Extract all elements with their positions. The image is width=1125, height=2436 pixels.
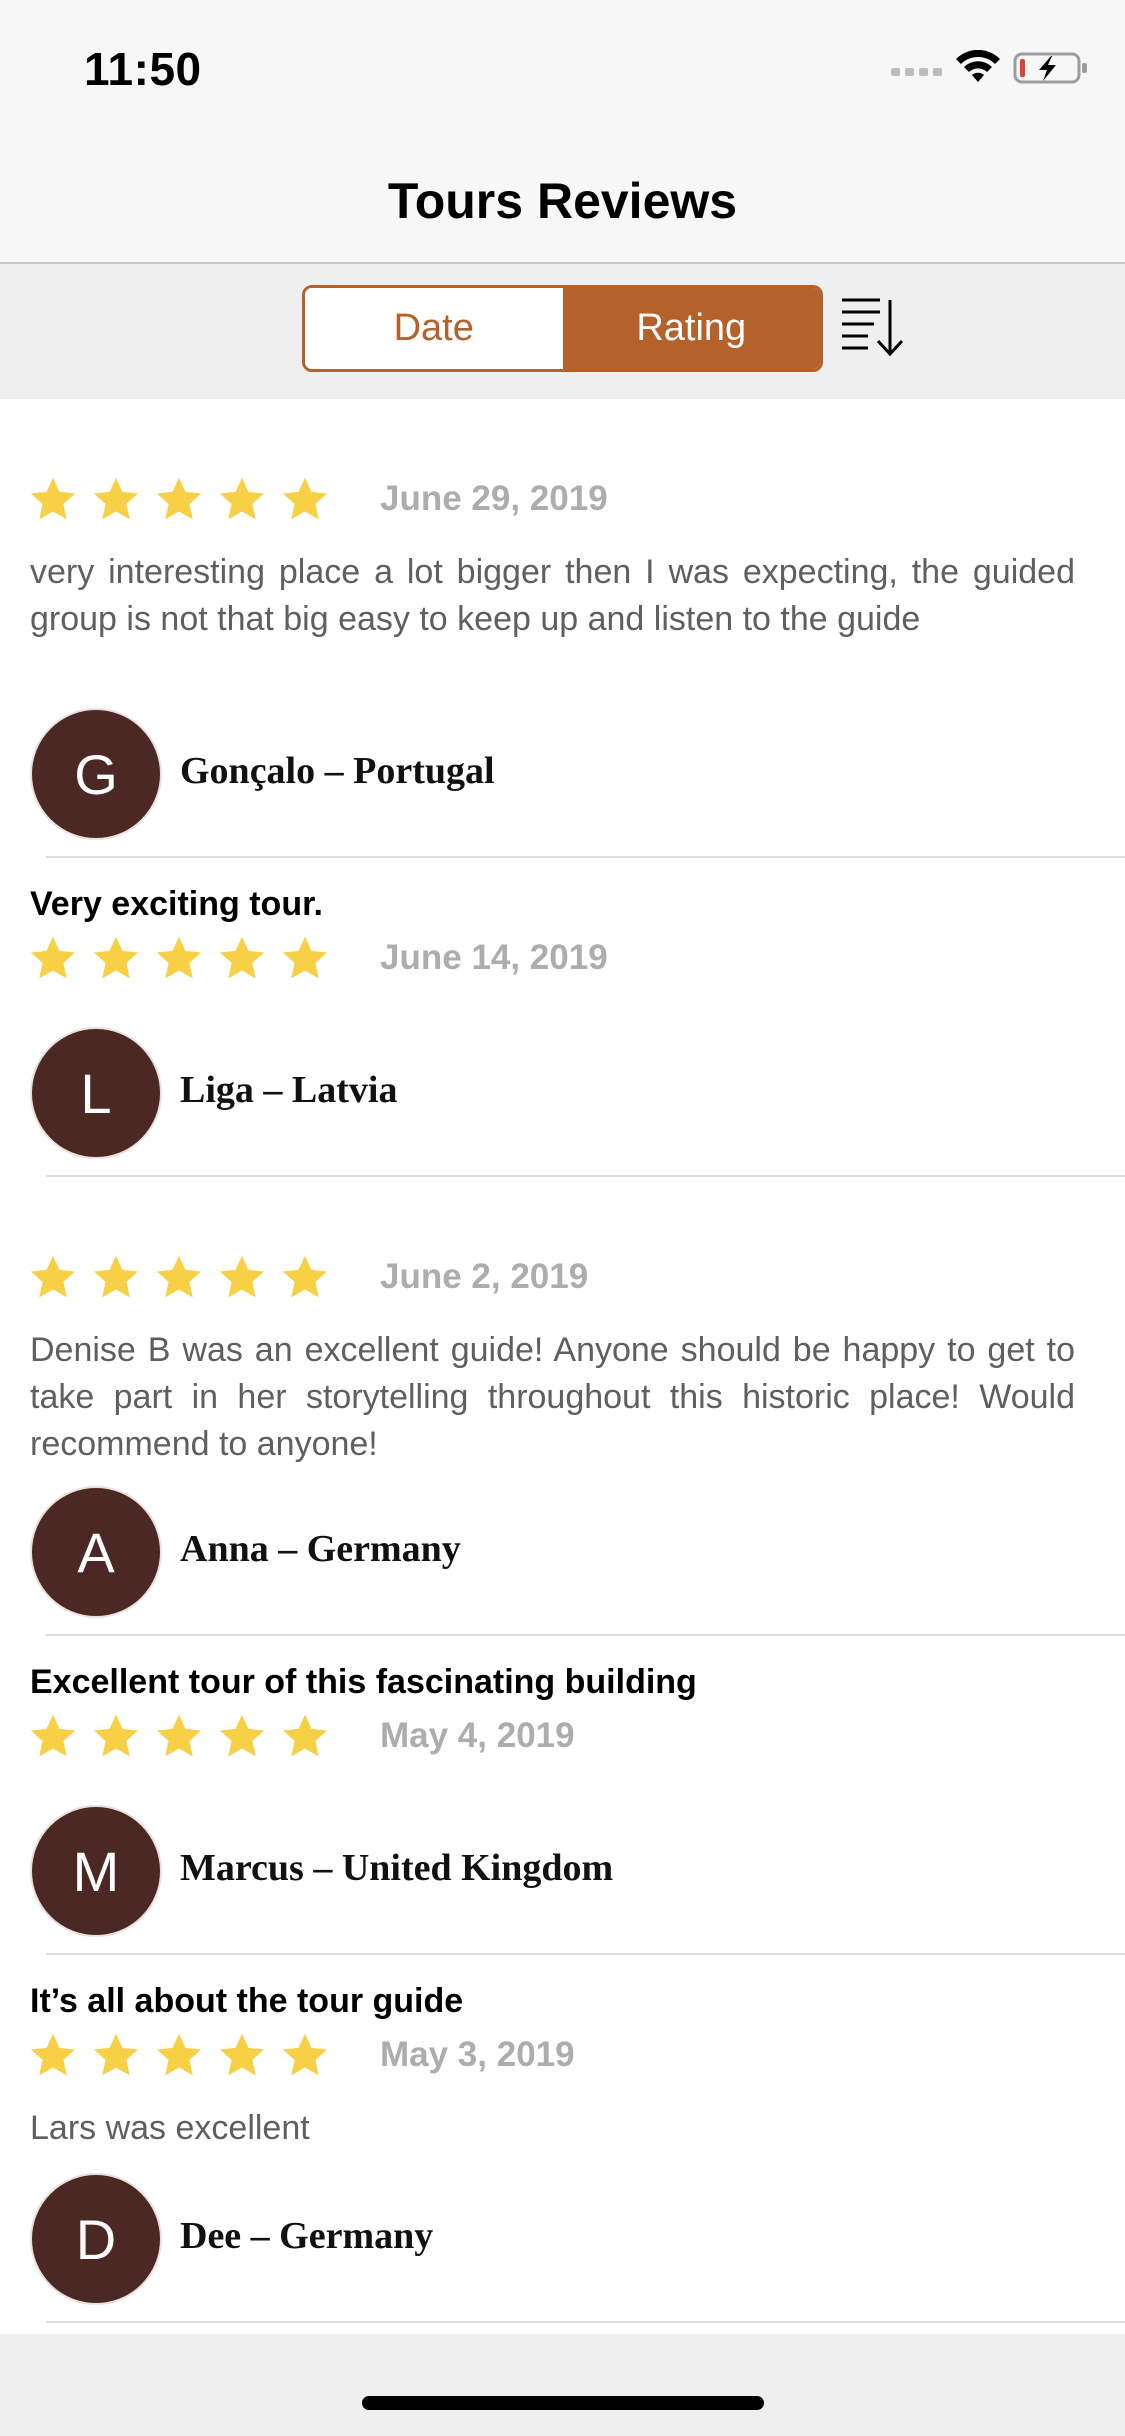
review-date: June 29, 2019: [380, 479, 608, 518]
divider: [46, 1634, 1125, 1636]
page-title: Tours Reviews: [387, 173, 738, 229]
navigation-bar: Tours Reviews: [0, 132, 1125, 264]
star-icon: [93, 1255, 139, 1298]
star-icon: [30, 936, 76, 979]
avatar: D: [30, 2173, 162, 2305]
avatar: A: [30, 1486, 162, 1618]
review-author: Gonçalo – Portugal: [180, 750, 495, 792]
review-date: June 14, 2019: [380, 938, 608, 977]
star-rating: [28, 1254, 338, 1304]
star-icon: [282, 1255, 328, 1298]
star-icon: [30, 1714, 76, 1757]
divider: [46, 856, 1125, 858]
star-icon: [219, 2033, 265, 2076]
avatar: G: [30, 708, 162, 840]
review-author: Anna – Germany: [180, 1528, 461, 1570]
star-icon: [156, 1255, 202, 1298]
sort-descending-icon[interactable]: [840, 294, 906, 358]
star-rating: [28, 2032, 338, 2082]
star-icon: [282, 477, 328, 520]
star-icon: [219, 1255, 265, 1298]
review-author: Dee – Germany: [180, 2215, 434, 2257]
status-bar: 11:50: [0, 0, 1125, 132]
battery-charging-icon: [1013, 52, 1087, 84]
star-icon: [219, 936, 265, 979]
star-icon: [282, 1714, 328, 1757]
star-icon: [30, 477, 76, 520]
star-icon: [30, 1255, 76, 1298]
status-time: 11:50: [84, 43, 202, 95]
review-text: Lars was excellent: [30, 2109, 310, 2147]
review-date: May 4, 2019: [380, 1716, 575, 1755]
review-text: Denise B was an excellent guide! Anyone …: [30, 1331, 1075, 1463]
divider: [46, 1953, 1125, 1955]
star-icon: [156, 2033, 202, 2076]
star-icon: [93, 1714, 139, 1757]
star-icon: [219, 1714, 265, 1757]
avatar: M: [30, 1805, 162, 1937]
review-title: It’s all about the tour guide: [30, 1982, 464, 2020]
star-icon: [93, 2033, 139, 2076]
divider: [46, 1175, 1125, 1177]
segment-date-button[interactable]: Date: [305, 288, 563, 369]
divider: [46, 2321, 1125, 2323]
review-author: Liga – Latvia: [180, 1069, 398, 1111]
avatar: L: [30, 1027, 162, 1159]
review-title: Very exciting tour.: [30, 885, 323, 923]
star-icon: [93, 477, 139, 520]
review-date: June 2, 2019: [380, 1257, 589, 1296]
review-date: May 3, 2019: [380, 2035, 575, 2074]
star-rating: [28, 1713, 338, 1763]
star-icon: [282, 936, 328, 979]
home-indicator[interactable]: [362, 2396, 764, 2410]
sort-toolbar: Date Rating: [0, 264, 1125, 399]
star-icon: [30, 2033, 76, 2076]
star-icon: [219, 477, 265, 520]
star-rating: [28, 476, 338, 526]
star-icon: [156, 1714, 202, 1757]
star-icon: [156, 477, 202, 520]
signal-dots-icon: [891, 68, 942, 76]
review-text: very interesting place a lot bigger then…: [30, 553, 1075, 638]
star-rating: [28, 935, 338, 985]
segment-rating-button[interactable]: Rating: [562, 288, 820, 369]
bottom-safe-area: [0, 2334, 1125, 2436]
review-title: Excellent tour of this fascinating build…: [30, 1663, 697, 1701]
star-icon: [93, 936, 139, 979]
review-author: Marcus – United Kingdom: [180, 1847, 614, 1889]
sort-segmented-control: Date Rating: [302, 285, 823, 372]
star-icon: [156, 936, 202, 979]
wifi-icon: [956, 50, 1000, 82]
star-icon: [282, 2033, 328, 2076]
